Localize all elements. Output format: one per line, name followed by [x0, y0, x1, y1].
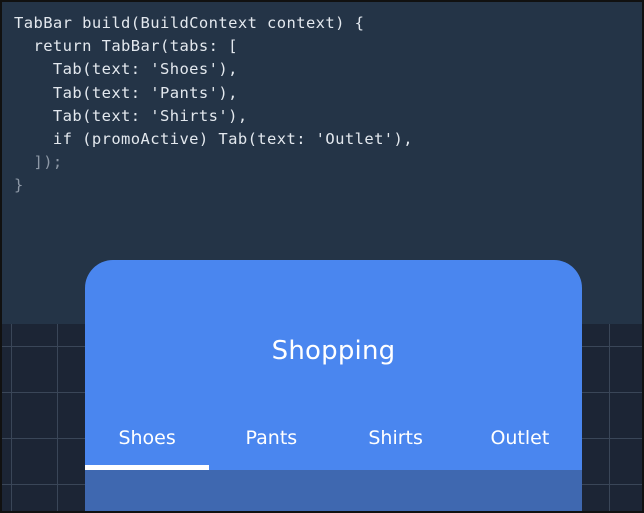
tab-outlet[interactable]: Outlet — [458, 418, 582, 470]
code-line: TabBar build(BuildContext context) { — [14, 14, 365, 32]
tab-label: Shirts — [368, 427, 423, 449]
screenshot-frame: TabBar build(BuildContext context) { ret… — [0, 0, 644, 513]
tab-pants[interactable]: Pants — [209, 418, 333, 470]
tab-shoes[interactable]: Shoes — [85, 418, 210, 470]
tab-shirts[interactable]: Shirts — [334, 418, 458, 470]
tab-content-area — [85, 470, 582, 511]
code-line: return TabBar(tabs: [ — [14, 37, 238, 56]
code-line: if (promoActive) Tab(text: 'Outlet'), — [14, 129, 414, 148]
code-line: Tab(text: 'Shirts'), — [14, 106, 248, 125]
tab-label: Outlet — [490, 427, 550, 449]
code-line: ]); — [14, 153, 63, 172]
code-line: Tab(text: 'Shoes'), — [14, 60, 238, 79]
code-line: } — [14, 176, 24, 195]
code-line: Tab(text: 'Pants'), — [14, 83, 238, 102]
app-bar-title: Shopping — [271, 336, 396, 366]
tab-label: Pants — [245, 427, 298, 449]
tab-bar: Shoes Pants Shirts Outlet — [85, 418, 582, 470]
code-block: TabBar build(BuildContext context) { ret… — [14, 12, 413, 198]
tab-label: Shoes — [118, 427, 176, 449]
phone-app-preview: Shopping Shoes Pants Shirts Outlet — [85, 260, 582, 511]
